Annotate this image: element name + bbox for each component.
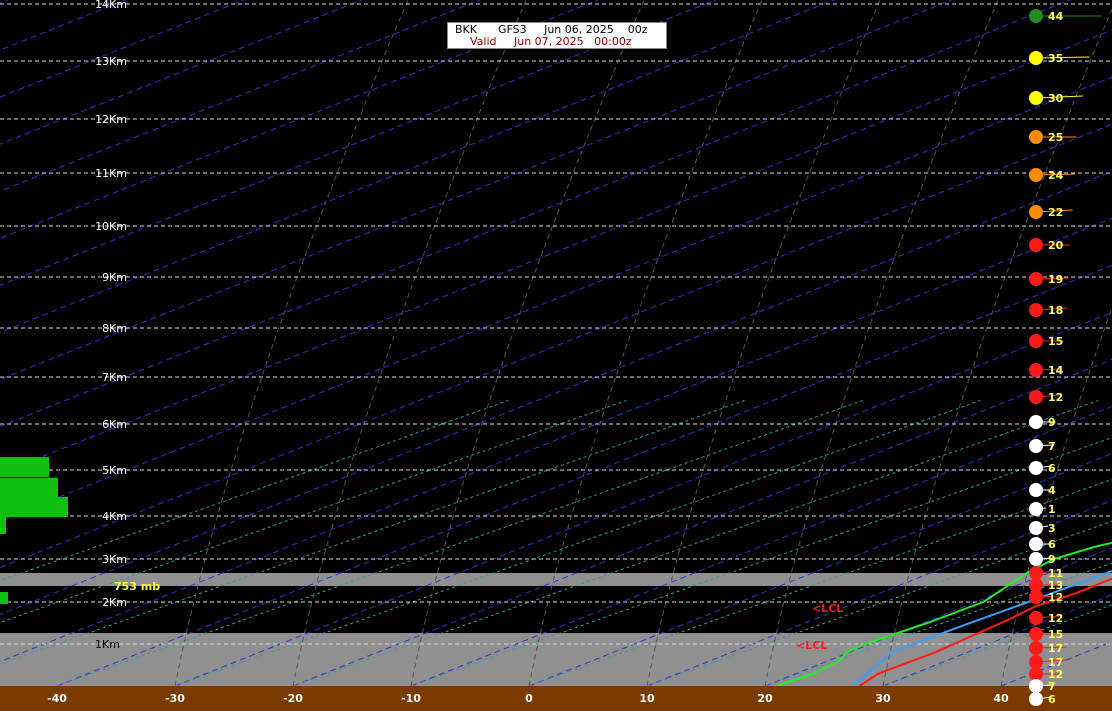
temperature-tick-label: 10 [639,692,655,705]
temperature-tick-label: 30 [875,692,891,705]
wind-speed-label: 25 [1048,131,1063,144]
wind-speed-dot [1029,483,1043,497]
wind-speed-label: 7 [1048,680,1056,693]
wind-speed-label: 12 [1048,612,1063,625]
wind-speed-label: 4 [1048,484,1056,497]
height-tick-label: 3Km [102,553,127,566]
height-tick-label: 13Km [95,55,127,68]
skew-t-sounding-chart: -40 -30 -20 -10 0 10 20 30 40 2Km 3Km 4Km 5Km 6Km 7Km… [0,0,1112,711]
wind-speed-dot [1029,502,1043,516]
wind-speed-label: 12 [1048,391,1063,404]
wind-speed-dot [1029,303,1043,317]
cloud-cover-bar [0,497,68,517]
wind-speed-label: 35 [1048,52,1063,65]
lcl-lower-label: <LCL [796,639,827,652]
wind-speed-dot [1029,439,1043,453]
forecast-header-box: BKK GFS3 Jun 06, 2025 00z Valid Jun 07, … [447,22,667,49]
wind-speed-dot [1029,627,1043,641]
wind-speed-dot [1029,334,1043,348]
wind-speed-label: 6 [1048,538,1056,551]
temperature-tick-label: 20 [757,692,773,705]
wind-speed-dot [1029,641,1043,655]
cloud-cover-bar [0,517,6,534]
wind-speed-dot [1029,205,1043,219]
wind-speed-dot [1029,238,1043,252]
wind-speed-label: 19 [1048,273,1063,286]
inversion-band-lower [0,633,1112,686]
wind-speed-label: 24 [1048,169,1064,182]
temperature-tick-label: 0 [525,692,533,705]
wind-speed-dot [1029,521,1043,535]
cloud-cover-bar [0,592,8,604]
wind-speed-dot [1029,272,1043,286]
one-km-label: 1Km [95,638,120,651]
wind-speed-label: 9 [1048,553,1056,566]
lcl-upper-label: <LCL [812,602,843,615]
wind-speed-label: 20 [1048,239,1064,252]
plot-background [0,0,1112,711]
height-tick-label: 10Km [95,220,127,233]
wind-speed-label: 14 [1048,364,1064,377]
wind-speed-label: 22 [1048,206,1063,219]
wind-speed-dot [1029,363,1043,377]
temperature-tick-label: -10 [401,692,421,705]
height-tick-label: 12Km [95,113,127,126]
wind-speed-label: 1 [1048,503,1056,516]
wind-speed-label: 7 [1048,440,1056,453]
wind-speed-dot [1029,130,1043,144]
wind-speed-label: 17 [1048,642,1063,655]
wind-speed-dot [1029,461,1043,475]
forecast-header-valid-line: Valid Jun 07, 2025 00:00z [470,35,632,48]
wind-speed-label: 6 [1048,693,1056,706]
wind-speed-label: 15 [1048,335,1063,348]
cloud-cover-bar [0,478,58,498]
height-tick-label: 5Km [102,464,127,477]
height-tick-label: 9Km [102,271,127,284]
wind-speed-dot [1029,415,1043,429]
height-tick-label: 7Km [102,371,127,384]
temperature-tick-label: -40 [47,692,67,705]
wind-speed-label: 12 [1048,591,1063,604]
wind-speed-dot [1029,390,1043,404]
height-tick-label: 6Km [102,418,127,431]
height-tick-label: 4Km [102,510,127,523]
wind-speed-dot [1029,611,1043,625]
wind-speed-label: 44 [1048,10,1064,23]
wind-speed-dot [1029,578,1043,592]
wind-speed-dot [1029,552,1043,566]
wind-speed-label: 30 [1048,92,1064,105]
wind-speed-dot [1029,9,1043,23]
wind-speed-dot [1029,91,1043,105]
wind-speed-dot [1029,537,1043,551]
height-tick-label: 8Km [102,322,127,335]
height-tick-label: 2Km [102,596,127,609]
wind-speed-dot [1029,590,1043,604]
cloud-cover-bar [0,457,49,477]
height-tick-label: 11Km [95,167,127,180]
wind-speed-label: 18 [1048,304,1063,317]
wind-speed-dot [1029,667,1043,681]
height-tick-label: 14Km [95,0,127,11]
wind-speed-label: 15 [1048,628,1063,641]
wind-speed-label: 3 [1048,522,1056,535]
layer-pressure-label: 753 mb [114,580,160,593]
temperature-tick-label: 40 [993,692,1009,705]
wind-speed-dot [1029,566,1043,580]
wind-speed-dot [1029,655,1043,669]
wind-speed-dot [1029,51,1043,65]
wind-speed-label: 6 [1048,462,1056,475]
inversion-band-upper [0,573,1112,586]
wind-speed-dot [1029,692,1043,706]
temperature-tick-label: -30 [165,692,185,705]
wind-speed-label: 9 [1048,416,1056,429]
wind-speed-dot [1029,679,1043,693]
temperature-tick-label: -20 [283,692,303,705]
wind-speed-dot [1029,168,1043,182]
